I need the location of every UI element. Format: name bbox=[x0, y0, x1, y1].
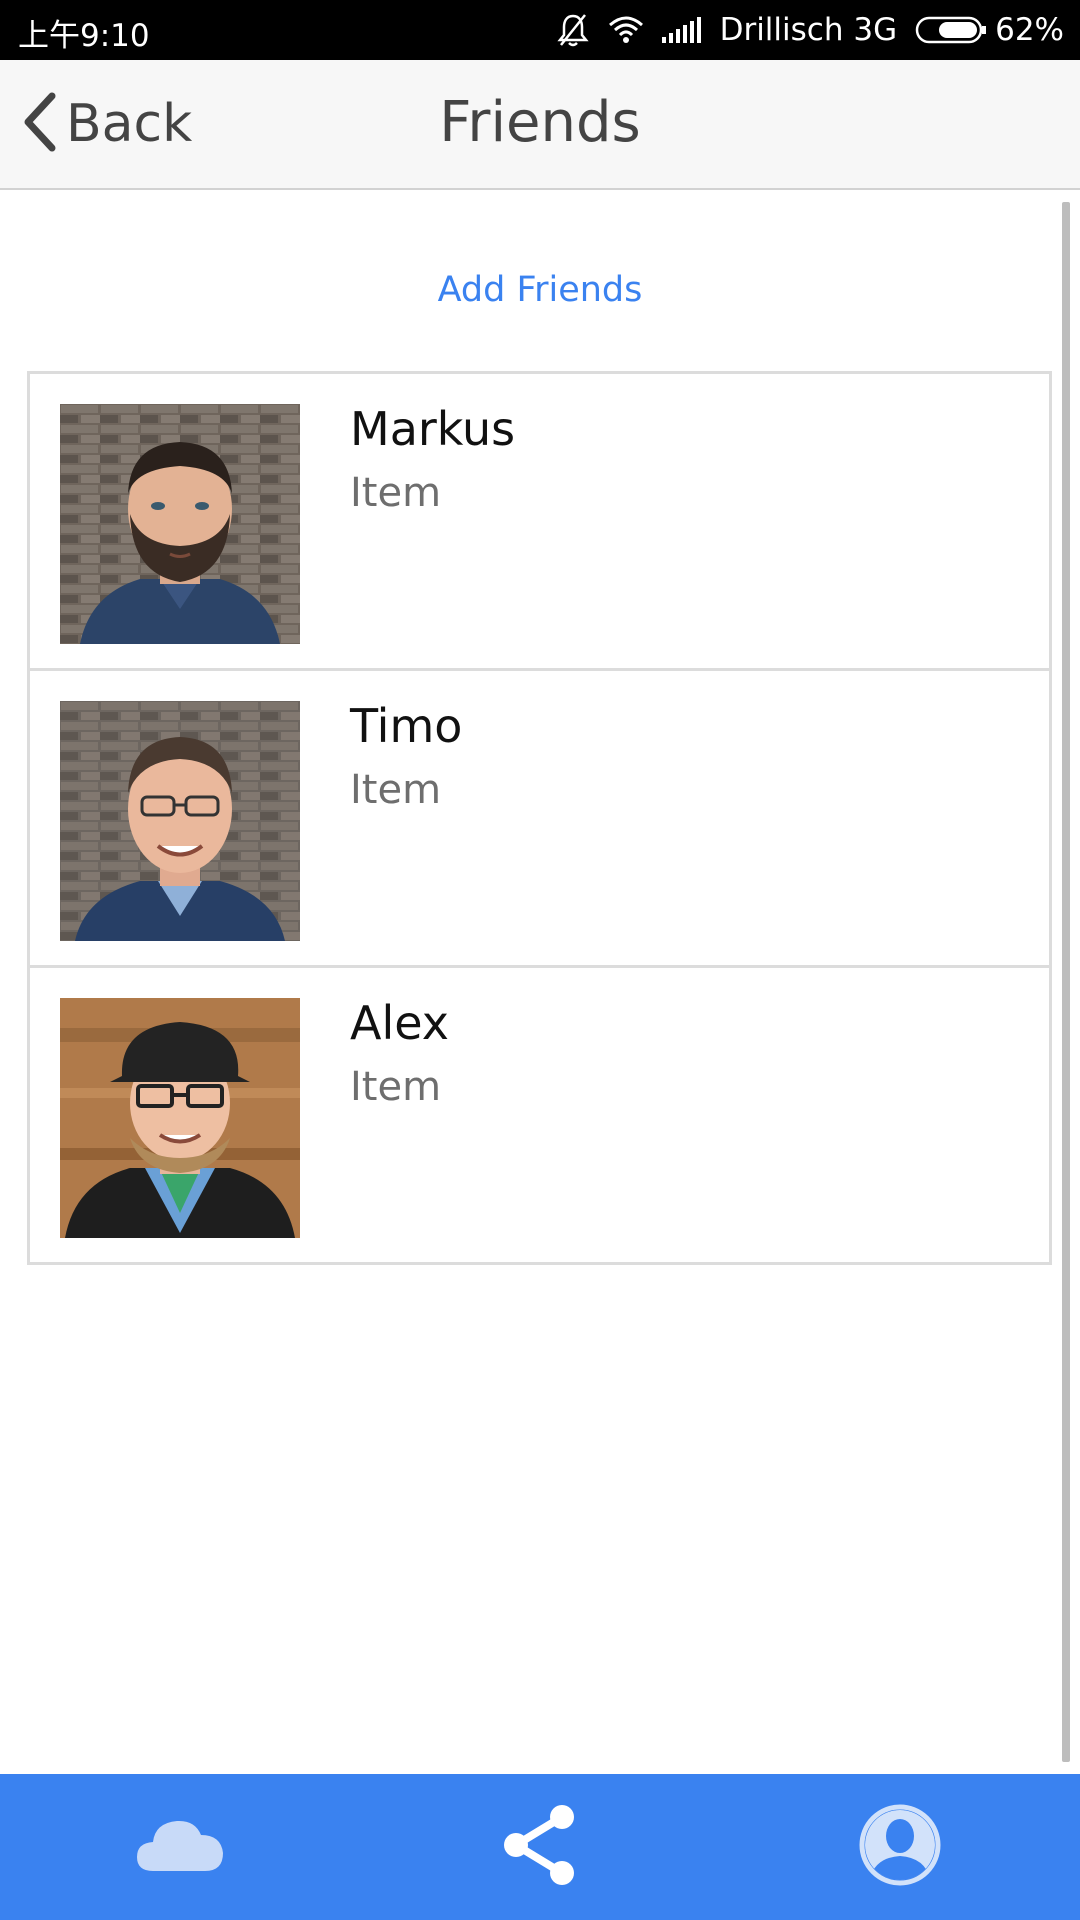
avatar bbox=[60, 998, 300, 1238]
share-icon bbox=[500, 1803, 580, 1892]
friend-subtitle: Item bbox=[350, 470, 442, 516]
scrollbar[interactable] bbox=[1062, 202, 1070, 1762]
avatar bbox=[60, 701, 300, 941]
friend-list: Markus Item Timo Item Alex Item bbox=[27, 371, 1052, 1265]
list-item[interactable]: Alex Item bbox=[30, 968, 1049, 1262]
friend-name: Alex bbox=[350, 996, 449, 1050]
list-item[interactable]: Markus Item bbox=[30, 374, 1049, 671]
signal-icon bbox=[661, 17, 702, 43]
tab-bar bbox=[0, 1774, 1080, 1920]
bell-muted-icon bbox=[556, 12, 590, 48]
tab-profile[interactable] bbox=[720, 1774, 1080, 1920]
page-title: Friends bbox=[439, 90, 641, 155]
carrier-label: Drillisch 3G bbox=[719, 12, 898, 48]
add-friends-button[interactable]: Add Friends bbox=[0, 270, 1080, 310]
friend-name: Timo bbox=[350, 699, 463, 753]
status-time: 上午9:10 bbox=[18, 18, 150, 54]
friend-subtitle: Item bbox=[350, 767, 442, 813]
status-icons: Drillisch 3G 62% bbox=[556, 0, 1064, 60]
battery-icon bbox=[915, 16, 987, 44]
battery: 62% bbox=[915, 12, 1064, 48]
friend-subtitle: Item bbox=[350, 1064, 442, 1110]
nav-header: Back Friends bbox=[0, 60, 1080, 190]
avatar bbox=[60, 404, 300, 644]
profile-icon bbox=[859, 1804, 941, 1891]
friends-content: Add Friends Markus Item Timo Item Alex I… bbox=[0, 190, 1080, 1774]
status-bar: 上午9:10 Drillisch 3G 62% bbox=[0, 0, 1080, 60]
list-item[interactable]: Timo Item bbox=[30, 671, 1049, 968]
tab-cloud[interactable] bbox=[0, 1774, 360, 1920]
wifi-icon bbox=[608, 15, 644, 45]
friend-name: Markus bbox=[350, 402, 516, 456]
tab-share[interactable] bbox=[360, 1774, 720, 1920]
friends-screen: 上午9:10 Drillisch 3G 62% Back Friends Add… bbox=[0, 0, 1080, 1920]
battery-percent: 62% bbox=[995, 12, 1064, 48]
cloud-icon bbox=[135, 1815, 225, 1880]
